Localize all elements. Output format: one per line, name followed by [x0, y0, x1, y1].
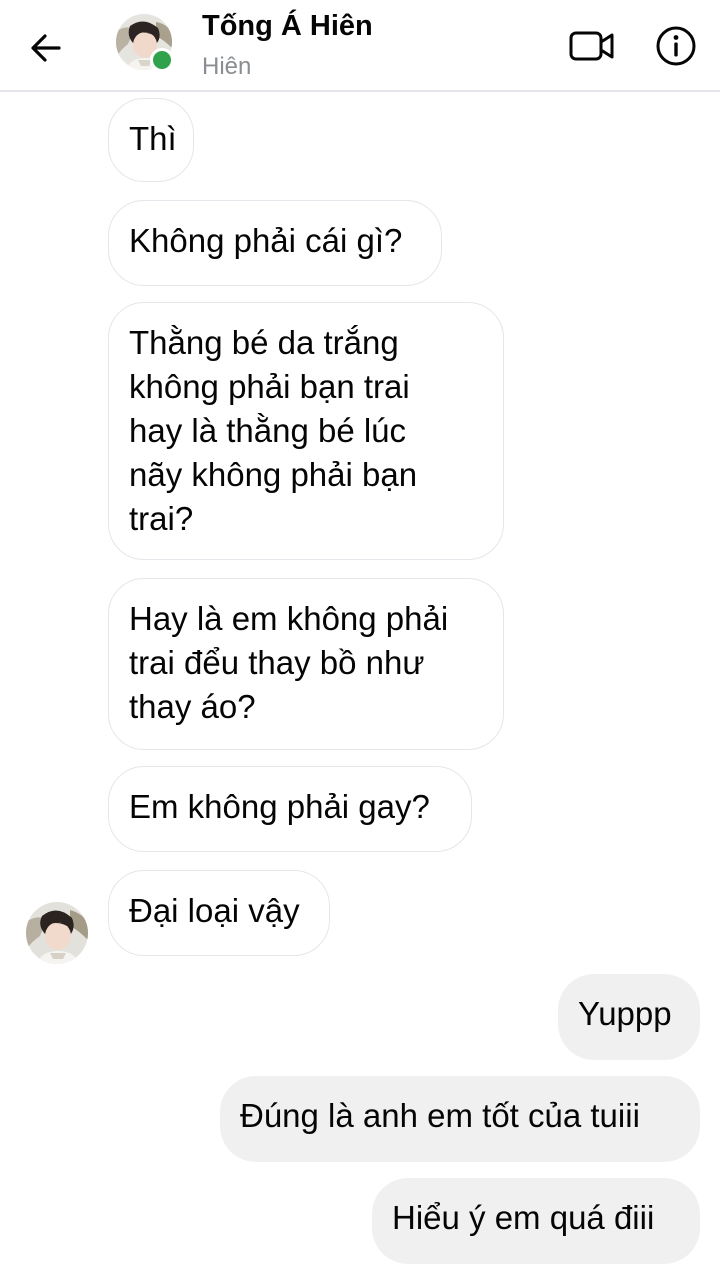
message-bubble-outgoing[interactable]: Hiểu ý em quá điii: [372, 1178, 700, 1264]
back-button[interactable]: [22, 24, 70, 72]
message-bubble-incoming[interactable]: Em không phải gay?: [108, 766, 472, 852]
contact-name[interactable]: Tống Á Hiên: [202, 10, 373, 43]
info-circle-icon: [656, 26, 696, 66]
chat-screen: Tống Á Hiên Hiên Thì Không phải cái gì? …: [0, 0, 720, 1272]
video-call-button[interactable]: [566, 24, 618, 68]
online-status-indicator: [150, 48, 174, 72]
avatar: [26, 902, 88, 964]
message-bubble-outgoing[interactable]: Đúng là anh em tốt của tuiii: [220, 1076, 700, 1162]
arrow-left-icon: [31, 34, 61, 62]
video-camera-icon: [569, 31, 614, 61]
message-bubble-outgoing[interactable]: Yuppp: [558, 974, 700, 1060]
contact-subtitle: Hiên: [202, 53, 252, 80]
contact-avatar[interactable]: [116, 14, 174, 72]
message-bubble-incoming[interactable]: Đại loại vậy: [108, 870, 330, 956]
message-bubble-incoming[interactable]: Thì: [108, 98, 194, 182]
message-bubble-incoming[interactable]: Không phải cái gì?: [108, 200, 442, 286]
message-bubble-incoming[interactable]: Hay là em không phải trai đểu thay bồ nh…: [108, 578, 504, 750]
message-bubble-incoming[interactable]: Thằng bé da trắng không phải bạn trai ha…: [108, 302, 504, 560]
chat-header: Tống Á Hiên Hiên: [0, 0, 720, 92]
info-button[interactable]: [652, 22, 700, 70]
contact-message-avatar[interactable]: [26, 902, 88, 964]
